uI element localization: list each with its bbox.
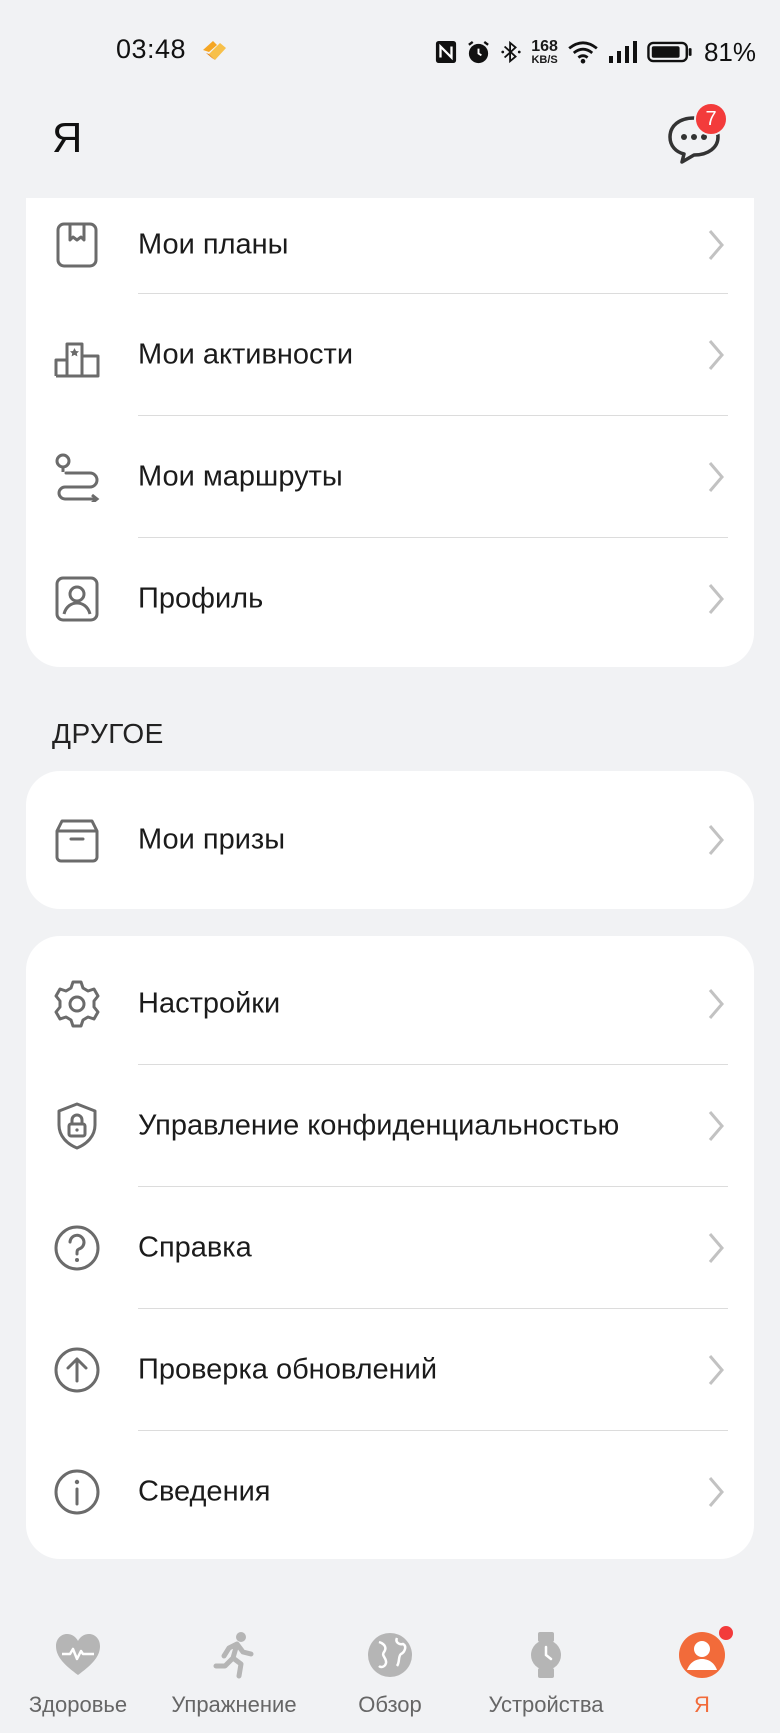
menu-item-label: Мои маршруты xyxy=(138,460,343,492)
signal-icon xyxy=(608,40,638,64)
bottom-navigation: Здоровье Упражнение Обзор Устройства Я xyxy=(0,1610,780,1733)
chevron-right-icon xyxy=(706,823,726,857)
menu-item-label: Мои призы xyxy=(138,823,286,855)
gear-icon xyxy=(52,979,102,1029)
watch-icon xyxy=(521,1630,571,1680)
chevron-right-icon xyxy=(706,582,726,616)
settings-card: Настройки Управление конфиденциальностью… xyxy=(26,936,754,1559)
menu-item-label: Управление конфиденциальностью xyxy=(138,1109,620,1141)
update-arrow-icon xyxy=(52,1345,102,1395)
info-icon xyxy=(52,1467,102,1517)
nav-tab-overview[interactable]: Обзор xyxy=(312,1610,468,1733)
chevron-right-icon xyxy=(706,338,726,372)
chevron-right-icon xyxy=(706,1231,726,1265)
menu-item-my-prizes[interactable]: Мои призы xyxy=(26,779,754,900)
nav-label: Упражнение xyxy=(171,1692,297,1717)
nav-tab-devices[interactable]: Устройства xyxy=(468,1610,624,1733)
nfc-icon xyxy=(435,40,457,64)
battery-percent: 81% xyxy=(703,36,756,67)
health-heart-icon xyxy=(53,1630,103,1680)
menu-item-label: Настройки xyxy=(138,987,281,1019)
menu-item-help[interactable]: Справка xyxy=(26,1187,754,1308)
nav-label: Я xyxy=(694,1692,710,1717)
alarm-icon xyxy=(466,40,491,65)
chevron-right-icon xyxy=(706,228,726,262)
chevron-right-icon xyxy=(706,1353,726,1387)
menu-item-label: Проверка обновлений xyxy=(138,1353,438,1385)
globe-icon xyxy=(365,1630,415,1680)
nav-label: Здоровье xyxy=(28,1692,128,1717)
menu-item-profile[interactable]: Профиль xyxy=(26,538,754,659)
bluetooth-icon xyxy=(500,40,522,64)
chevron-right-icon xyxy=(706,1109,726,1143)
menu-item-about[interactable]: Сведения xyxy=(26,1431,754,1552)
menu-item-label: Мои планы xyxy=(138,228,289,260)
nav-tab-health[interactable]: Здоровье xyxy=(0,1610,156,1733)
running-icon xyxy=(209,1630,259,1680)
nav-label: Обзор xyxy=(358,1692,422,1717)
menu-item-my-routes[interactable]: Мои маршруты xyxy=(26,416,754,537)
main-menu-card: Мои планы Мои активности Мои маршруты Пр… xyxy=(26,198,754,667)
status-bar: 03:48 168 KB/S 81% xyxy=(0,0,780,104)
route-icon xyxy=(52,452,102,502)
chevron-right-icon xyxy=(706,1475,726,1509)
menu-item-my-plans[interactable]: Мои планы xyxy=(26,184,754,305)
chevron-right-icon xyxy=(706,987,726,1021)
menu-item-label: Справка xyxy=(138,1231,252,1263)
nav-label: Устройства xyxy=(488,1692,604,1717)
help-icon xyxy=(52,1223,102,1273)
net-speed-unit: KB/S xyxy=(531,53,558,66)
menu-item-label: Мои активности xyxy=(138,338,354,370)
plan-icon xyxy=(52,220,102,270)
status-time: 03:48 xyxy=(116,34,187,64)
menu-item-check-updates[interactable]: Проверка обновлений xyxy=(26,1309,754,1430)
prize-box-icon xyxy=(52,815,102,865)
battery-icon xyxy=(647,40,693,64)
net-speed: 168 KB/S xyxy=(531,37,558,66)
menu-item-my-activities[interactable]: Мои активности xyxy=(26,294,754,415)
menu-item-label: Сведения xyxy=(138,1475,271,1507)
notification-dot xyxy=(717,1624,735,1642)
section-title-other: ДРУГОЕ xyxy=(52,718,164,749)
nav-tab-me[interactable]: Я xyxy=(624,1610,780,1733)
net-speed-value: 168 xyxy=(531,37,558,55)
profile-icon xyxy=(52,574,102,624)
nav-tab-exercise[interactable]: Упражнение xyxy=(156,1610,312,1733)
menu-item-label: Профиль xyxy=(138,582,264,614)
status-icons: 168 KB/S 81% xyxy=(435,30,756,74)
other-card: Мои призы xyxy=(26,771,754,909)
messages-badge: 7 xyxy=(694,102,728,136)
page-title: Я xyxy=(52,114,83,161)
chevron-right-icon xyxy=(706,460,726,494)
wifi-icon xyxy=(567,40,599,64)
menu-item-settings[interactable]: Настройки xyxy=(26,943,754,1064)
privacy-shield-icon xyxy=(52,1101,102,1151)
health-app-icon xyxy=(200,38,230,64)
activities-podium-icon xyxy=(52,330,102,380)
menu-item-privacy[interactable]: Управление конфиденциальностью xyxy=(26,1065,754,1186)
